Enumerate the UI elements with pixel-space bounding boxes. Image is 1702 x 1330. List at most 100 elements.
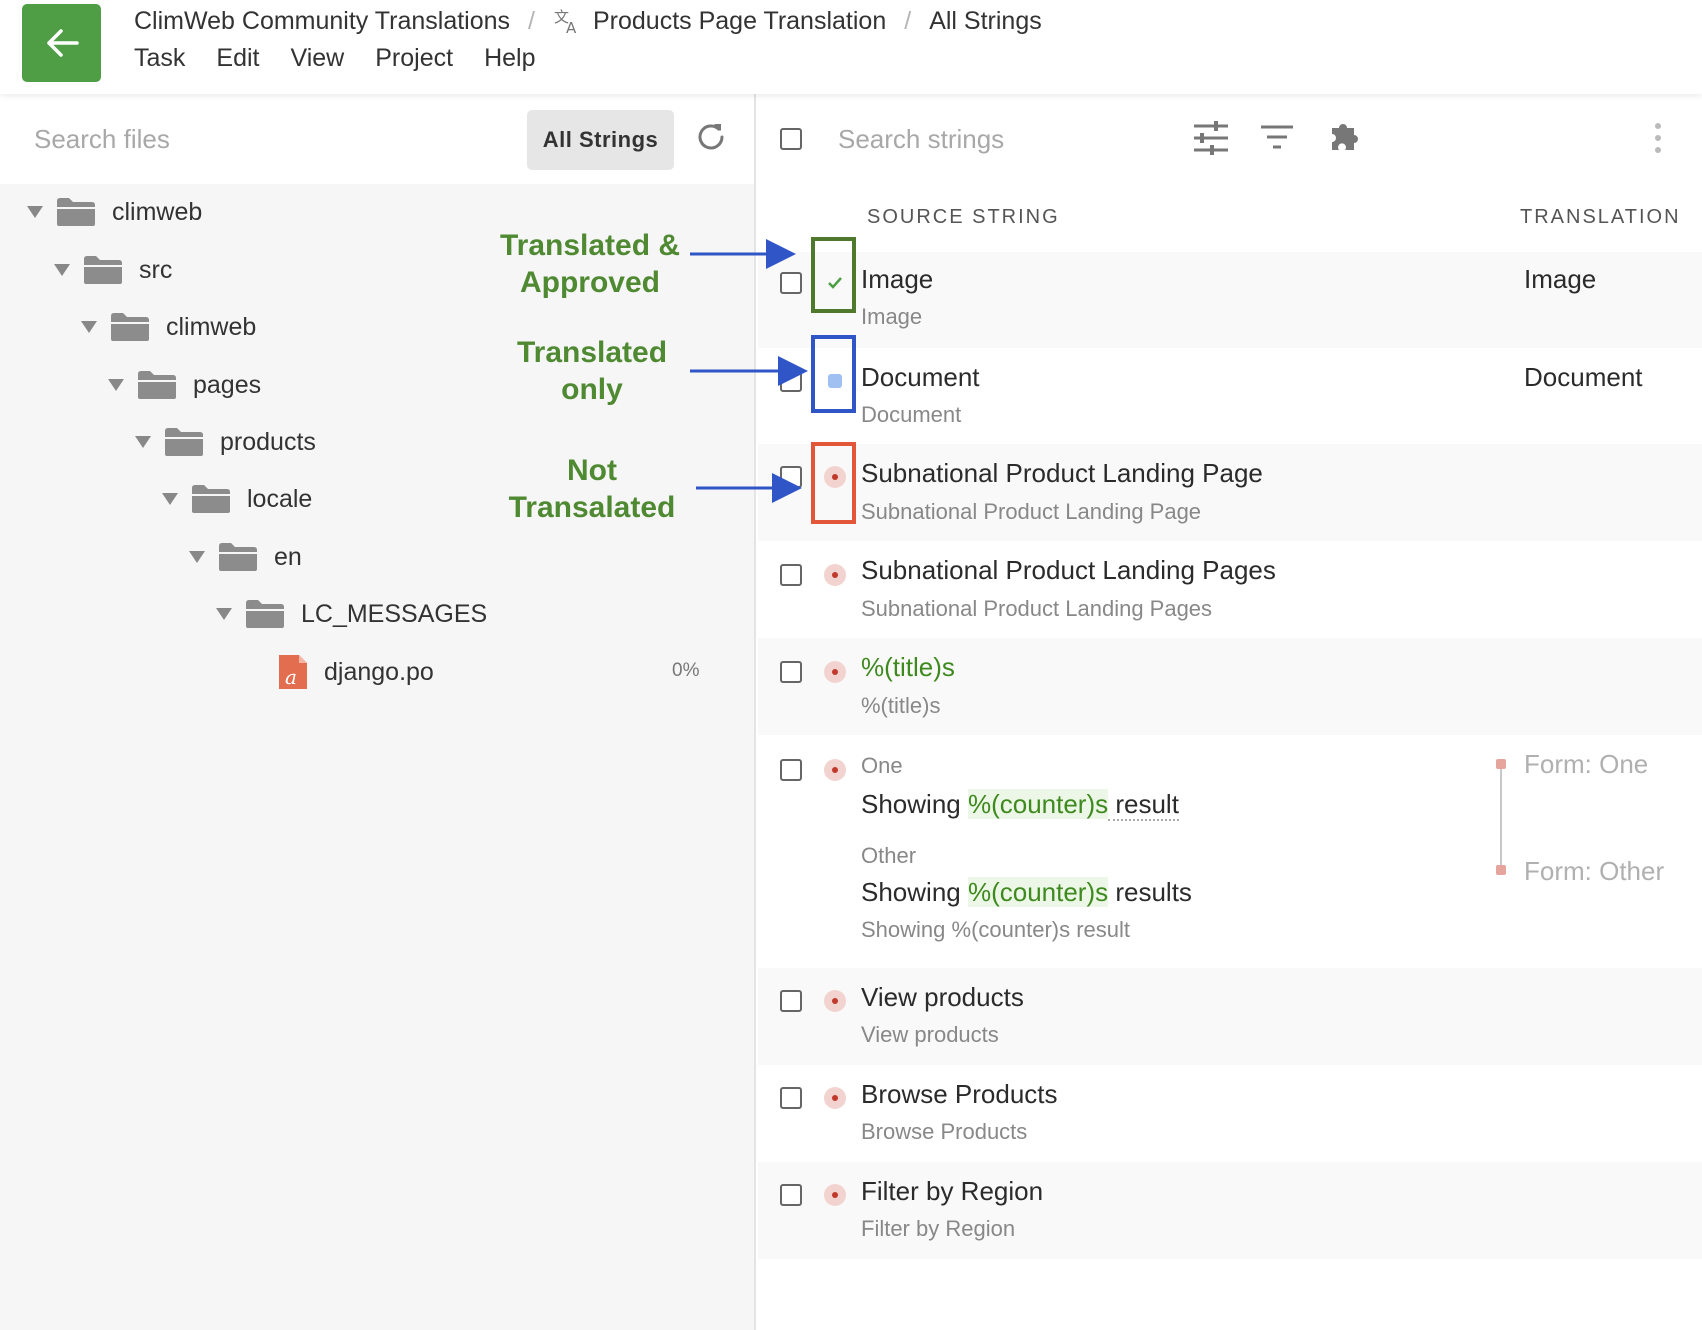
file-panel: All Strings climweb src climweb pages pr… xyxy=(0,94,756,1330)
tree-folder-pages[interactable]: pages xyxy=(107,365,261,405)
caret-down-icon xyxy=(215,607,233,621)
string-row[interactable]: %(title)s %(title)s xyxy=(758,638,1702,735)
search-files-input[interactable] xyxy=(34,118,494,160)
puzzle-icon[interactable] xyxy=(1328,118,1362,157)
caret-down-icon xyxy=(26,205,44,219)
placeholder-token: %(counter)s xyxy=(967,877,1109,907)
source-string: Subnational Product Landing Page xyxy=(861,458,1263,488)
row-checkbox[interactable] xyxy=(780,759,802,781)
tree-folder-climweb-inner[interactable]: climweb xyxy=(80,307,256,347)
tree-label: en xyxy=(274,542,302,571)
tree-folder-climweb[interactable]: climweb xyxy=(26,192,202,232)
row-checkbox[interactable] xyxy=(780,564,802,586)
all-strings-button[interactable]: All Strings xyxy=(527,110,674,170)
form-dot xyxy=(1496,865,1506,875)
translate-icon: 文 A xyxy=(553,7,581,35)
tree-folder-src[interactable]: src xyxy=(53,250,172,290)
string-row[interactable]: Subnational Product Landing Page Subnati… xyxy=(758,444,1702,541)
filter-icon[interactable] xyxy=(1260,124,1294,157)
caret-down-icon xyxy=(188,550,206,564)
row-checkbox[interactable] xyxy=(780,990,802,1012)
source-substring: View products xyxy=(861,1022,999,1047)
refresh-icon[interactable] xyxy=(694,120,728,159)
arrow-left-icon xyxy=(46,29,79,57)
tree-folder-locale[interactable]: locale xyxy=(161,479,312,519)
not-translated-status-icon xyxy=(824,564,846,586)
select-all-checkbox[interactable] xyxy=(780,128,802,150)
source-substring: Image xyxy=(861,304,923,329)
string-row-plural[interactable]: One Showing %(counter)s result Other Sho… xyxy=(758,735,1702,968)
translation-text: Image xyxy=(1524,264,1597,294)
source-string: %(title)s xyxy=(861,652,955,682)
form-connector xyxy=(1500,769,1502,865)
row-checkbox[interactable] xyxy=(780,661,802,683)
source-substring: Subnational Product Landing Pages xyxy=(861,596,1213,621)
strings-toolbar xyxy=(758,94,1702,184)
folder-icon xyxy=(137,370,177,400)
folder-icon xyxy=(245,599,285,629)
annotation-not-translated: Not Transalated xyxy=(492,452,692,526)
tree-file-django-po[interactable]: a django.po xyxy=(278,652,434,692)
not-translated-status-icon xyxy=(824,759,846,781)
caret-down-icon xyxy=(161,492,179,506)
tree-label: climweb xyxy=(112,197,203,226)
form-dot xyxy=(1496,759,1506,769)
tree-folder-lc-messages[interactable]: LC_MESSAGES xyxy=(215,594,487,634)
row-checkbox[interactable] xyxy=(780,1184,802,1206)
menu-edit[interactable]: Edit xyxy=(216,44,259,73)
approved-check-icon xyxy=(824,272,846,294)
not-translated-status-icon xyxy=(824,990,846,1012)
source-substring: Browse Products xyxy=(861,1119,1028,1144)
sliders-icon[interactable] xyxy=(1192,120,1230,161)
form-one-label: Form: One xyxy=(1524,749,1649,779)
folder-icon xyxy=(218,542,258,572)
annotation-approved: Translated & Approved xyxy=(490,227,690,301)
placeholder-token: %(counter)s xyxy=(967,789,1109,819)
menu-project[interactable]: Project xyxy=(375,44,453,73)
string-row[interactable]: Browse Products Browse Products xyxy=(758,1065,1702,1162)
strings-panel: SOURCE STRING TRANSLATION Image Image Im… xyxy=(758,94,1702,1330)
svg-text:a: a xyxy=(285,665,297,689)
po-file-icon: a xyxy=(278,654,308,690)
breadcrumb-team[interactable]: ClimWeb Community Translations xyxy=(134,7,510,36)
row-checkbox[interactable] xyxy=(780,466,802,488)
breadcrumb-project[interactable]: Products Page Translation xyxy=(593,7,886,36)
folder-icon xyxy=(56,197,96,227)
source-substring: Filter by Region xyxy=(861,1216,1016,1241)
tree-label: django.po xyxy=(324,657,434,686)
row-checkbox[interactable] xyxy=(780,1087,802,1109)
caret-down-icon xyxy=(53,263,71,277)
source-substring: Subnational Product Landing Page xyxy=(861,499,1202,524)
string-row[interactable]: Image Image Image xyxy=(758,252,1702,348)
tree-folder-products[interactable]: products xyxy=(134,422,316,462)
row-checkbox[interactable] xyxy=(780,272,802,294)
search-strings-input[interactable] xyxy=(838,118,1138,160)
string-row[interactable]: Subnational Product Landing Pages Subnat… xyxy=(758,541,1702,638)
menu-help[interactable]: Help xyxy=(484,44,535,73)
source-substring: Document xyxy=(861,402,962,427)
more-vertical-icon[interactable] xyxy=(1654,122,1662,159)
column-header-translation: TRANSLATION xyxy=(1520,206,1681,228)
menu-bar: Task Edit View Project Help xyxy=(134,44,566,73)
row-checkbox[interactable] xyxy=(780,370,802,392)
plural-other-suffix: results xyxy=(1108,877,1192,907)
breadcrumb-separator: / xyxy=(904,6,912,35)
annotation-translated: Translated only xyxy=(492,334,692,408)
back-button[interactable] xyxy=(22,4,101,82)
tree-label: locale xyxy=(247,484,313,513)
menu-view[interactable]: View xyxy=(291,44,345,73)
string-row[interactable]: Document Document Document xyxy=(758,348,1702,444)
plural-source-other: Showing %(counter)s results xyxy=(861,877,1192,908)
source-string: Image xyxy=(861,264,934,294)
breadcrumb-separator: / xyxy=(528,6,535,35)
string-row[interactable]: View products View products xyxy=(758,968,1702,1065)
menu-task[interactable]: Task xyxy=(134,44,185,73)
folder-icon xyxy=(110,312,150,342)
breadcrumb-resource[interactable]: All Strings xyxy=(929,7,1042,36)
string-row[interactable]: Filter by Region Filter by Region xyxy=(758,1162,1702,1259)
source-string: Filter by Region xyxy=(861,1176,1044,1206)
tree-label: climweb xyxy=(166,312,257,341)
tree-folder-en[interactable]: en xyxy=(188,537,302,577)
tree-label: products xyxy=(220,427,316,456)
annotation-not-line2: Transalated xyxy=(508,491,676,524)
